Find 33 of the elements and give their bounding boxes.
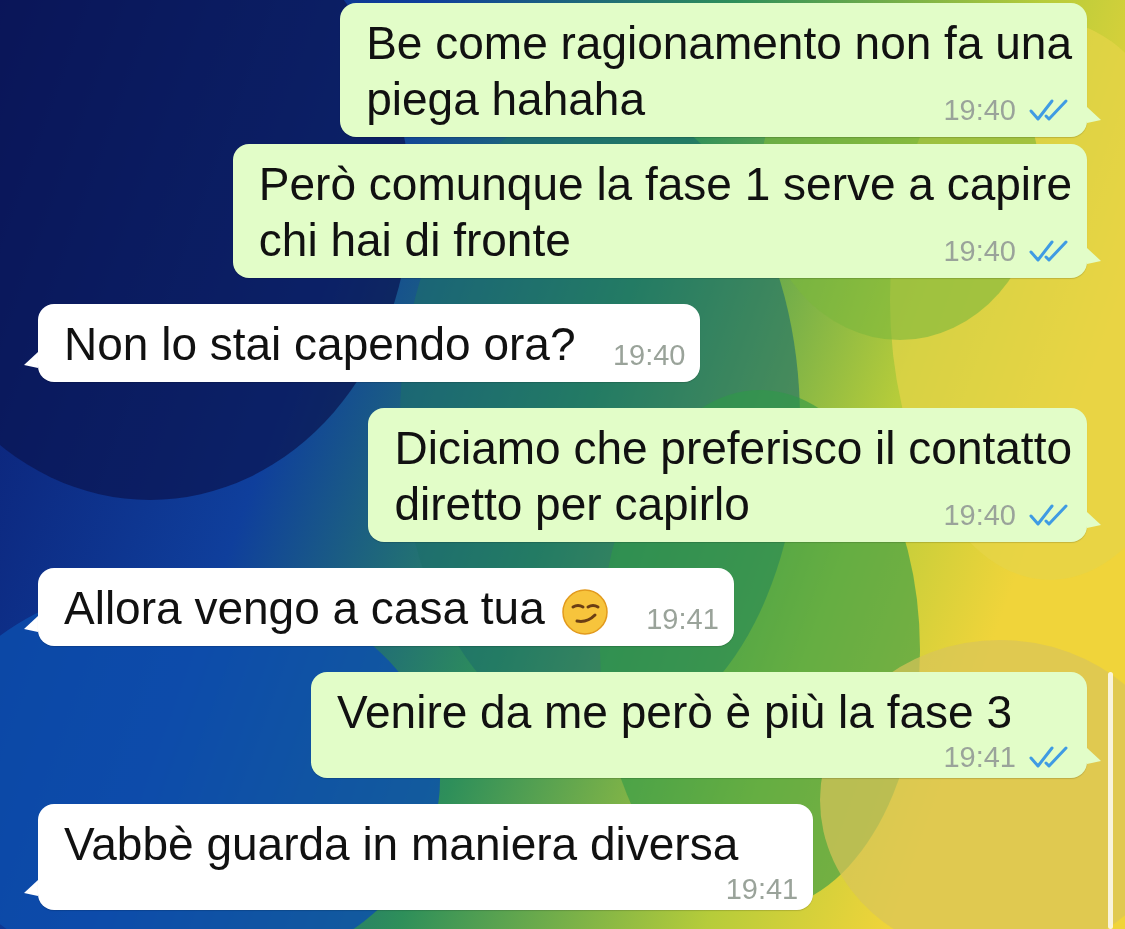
message-time: 19:41 (943, 740, 1016, 774)
message-text: Vabbè guarda in maniera diversa (64, 818, 739, 870)
message-text: Venire da me però è più la fase 3 (336, 686, 1012, 738)
bubble-tail-icon (24, 616, 38, 632)
bubble-tail-icon (24, 352, 38, 368)
message-text: Be come ragionamento non fa una (366, 16, 1072, 71)
message-text: Diciamo che preferisco il contatto (394, 421, 1072, 476)
bubble-tail-icon (1087, 107, 1101, 123)
message-time: 19:40 (612, 338, 686, 372)
bubble-tail-icon (1087, 748, 1101, 764)
message-text: Però comunque la fase 1 serve a capire (258, 157, 1072, 212)
bubble-tail-icon (1087, 512, 1101, 528)
message-text: diretto per capirlo (394, 478, 750, 530)
message-time: 19:41 (725, 872, 799, 906)
received-message-bubble[interactable]: Allora vengo a casa tua 19:41 (38, 568, 734, 646)
message-time: 19:40 (943, 498, 1016, 532)
message-text: Non lo stai capendo ora? (64, 318, 576, 370)
received-message-bubble[interactable]: Non lo stai capendo ora? 19:40 (38, 304, 701, 382)
message-time: 19:41 (646, 602, 719, 636)
sent-message-bubble[interactable]: Però comunque la fase 1 serve a capire chi hai di fronte 19:40 (232, 144, 1087, 278)
message-time: 19:40 (943, 234, 1016, 268)
bubble-tail-icon (1087, 248, 1101, 264)
message-text: piega hahaha (366, 73, 646, 125)
sent-message-bubble[interactable]: Diciamo che preferisco il contatto diretto per capirlo 19:40 (368, 408, 1087, 542)
sent-message-bubble[interactable]: Venire da me però è più la fase 3 19:41 (310, 672, 1087, 778)
sent-message-bubble[interactable]: Be come ragionamento non fa una piega hahaha 19:40 (340, 3, 1087, 137)
received-message-bubble[interactable]: Vabbè guarda in maniera diversa 19:41 (38, 804, 814, 910)
message-text: chi hai di fronte (258, 214, 571, 266)
message-time: 19:40 (943, 93, 1016, 127)
message-text: Allora vengo a casa tua (64, 582, 545, 634)
smirk-emoji-icon (560, 587, 609, 636)
bubble-tail-icon (24, 880, 38, 896)
scrollbar[interactable] (1108, 672, 1113, 929)
